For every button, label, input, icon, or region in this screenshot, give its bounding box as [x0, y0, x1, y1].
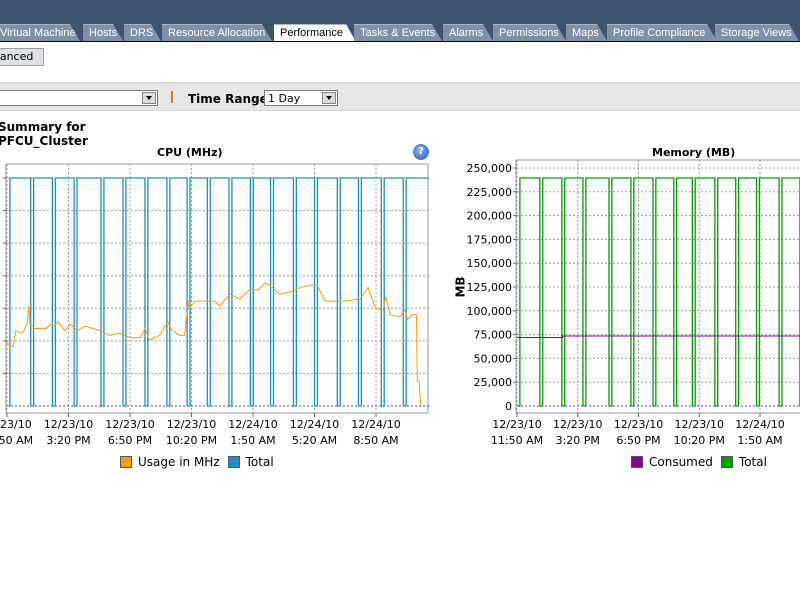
cpu-legend: Usage in MHz Total [120, 455, 282, 469]
legend-swatch-consumed [631, 456, 643, 468]
y-tick-label: 25,000 [474, 376, 513, 389]
x-tick-label-time: 11:50 AM [0, 434, 33, 447]
x-tick-label-time: 6:50 PM [616, 434, 660, 447]
y-tick-label: 225,000 [467, 186, 513, 199]
charts-canvas: 12/23/10 11:50 AM 12/23/10 3:20 PM 12/23/10 6… [0, 159, 800, 447]
x-tick-label-date: 12/24/10 [351, 418, 400, 431]
x-tick-label-date: 12/24/10 [290, 418, 339, 431]
y-tick-label: 150,000 [467, 257, 513, 270]
x-tick-label-date: 12/23/10 [553, 418, 602, 431]
legend-swatch-total [227, 456, 240, 468]
x-tick-label-time: 10:20 PM [674, 434, 725, 447]
x-tick-label-date: 12/23/10 [105, 418, 154, 431]
x-tick-label-time: 1:50 AM [230, 434, 275, 447]
legend-label-consumed: Consumed [649, 455, 713, 469]
memory-legend: Consumed Total [631, 455, 775, 469]
x-tick-label-date: 12/23/10 [167, 418, 216, 431]
x-tick-label-time: 3:20 PM [556, 434, 600, 447]
legend-swatch-usage [120, 456, 132, 468]
legend-label-total: Total [738, 455, 767, 469]
y-tick-label: 100,000 [467, 305, 513, 318]
y-tick-label: 50,000 [474, 352, 513, 365]
y-tick-label: 125,000 [467, 281, 513, 294]
x-tick-label-time: 5:20 AM [292, 434, 337, 447]
y-tick-label: 250,000 [467, 162, 513, 175]
x-tick-label-date: 12/23/10 [492, 418, 541, 431]
x-tick-label-time: 6:50 PM [108, 434, 152, 447]
plot-area [5, 163, 429, 414]
x-tick-label-date: 12/24/10 [228, 418, 277, 431]
y-tick-label: 0 [505, 400, 512, 413]
legend-label-total: Total [245, 455, 274, 469]
x-tick-label-time: 11:50 AM [491, 434, 543, 447]
y-tick-label: 175,000 [467, 233, 513, 246]
x-tick-label-time: 3:20 PM [46, 434, 90, 447]
legend-label-usage: Usage in MHz [138, 455, 220, 469]
x-tick-label-time: 1:50 AM [737, 434, 782, 447]
x-tick-label-date: 12/24/10 [735, 418, 784, 431]
x-tick-label-date: 12/23/10 [614, 418, 663, 431]
x-tick-label-time: 10:20 PM [166, 434, 217, 447]
x-tick-label-date: 12/23/10 [44, 418, 93, 431]
y-tick-label: 200,000 [467, 210, 513, 223]
x-tick-label-time: 8:50 AM [353, 434, 398, 447]
y-tick-label: 75,000 [474, 329, 513, 342]
legend-swatch-total [720, 456, 733, 468]
x-tick-label-date: 12/23/10 [0, 418, 32, 431]
x-tick-label-date: 12/23/10 [675, 418, 724, 431]
